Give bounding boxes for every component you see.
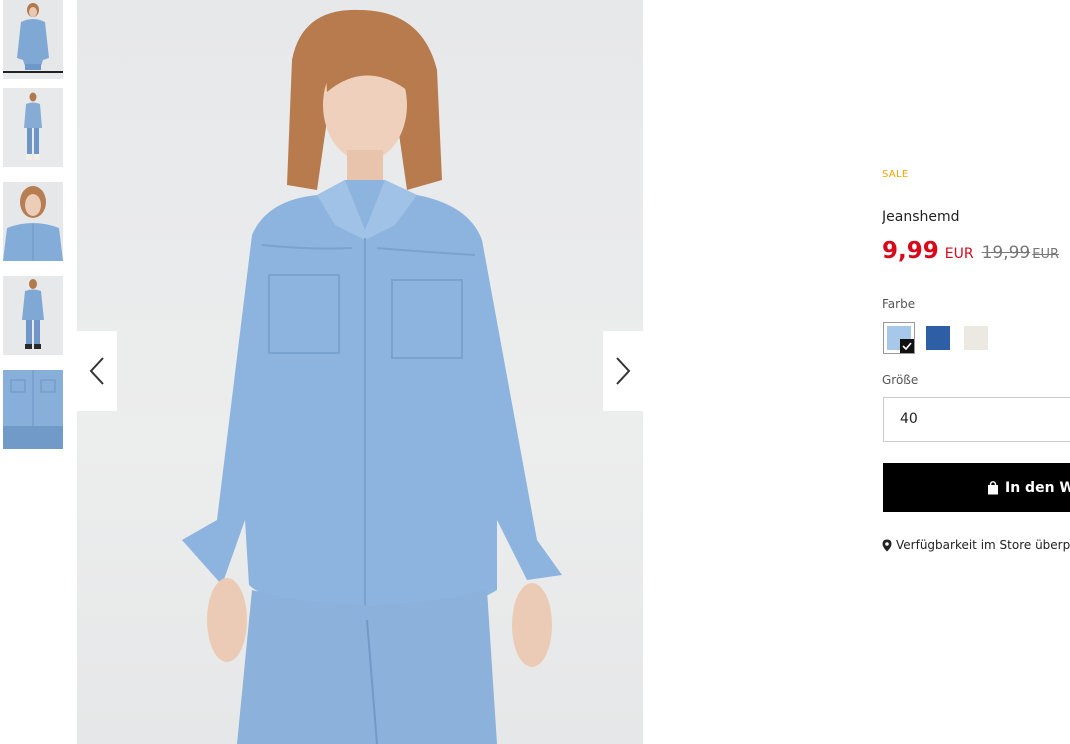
color-chip [964, 326, 988, 350]
product-info-panel: SALE Jeanshemd 9,99 EUR 19,99 EUR Farbe Grö… [882, 0, 1070, 744]
thumbnail-2[interactable] [3, 88, 63, 167]
color-chip [926, 326, 950, 350]
previous-image-button[interactable] [77, 331, 117, 411]
thumbnail-4[interactable] [3, 276, 63, 355]
thumbnail-5[interactable] [3, 370, 63, 449]
size-label: Größe [882, 373, 919, 387]
active-thumbnail-indicator [3, 71, 63, 73]
chevron-left-icon [89, 357, 104, 385]
color-label: Farbe [882, 297, 916, 311]
chevron-right-icon [616, 357, 631, 385]
next-image-button[interactable] [603, 331, 643, 411]
price-row: 9,99 EUR 19,99 EUR [882, 238, 1059, 264]
thumbnail-1[interactable] [3, 0, 63, 79]
selected-check-icon [900, 339, 914, 353]
thumbnail-3[interactable] [3, 182, 63, 261]
store-availability-link[interactable]: Verfügbarkeit im Store überp [882, 538, 1070, 552]
color-swatch-light-blue[interactable] [883, 322, 915, 354]
shopping-bag-icon [988, 480, 998, 494]
product-main-image [77, 0, 643, 744]
current-price-currency: EUR [944, 246, 974, 262]
current-price: 9,99 [882, 238, 939, 264]
color-swatch-blue[interactable] [922, 322, 954, 354]
old-price: 19,99 [981, 243, 1031, 263]
store-availability-label: Verfügbarkeit im Store überp [896, 538, 1070, 552]
old-price-currency: EUR [1032, 247, 1060, 262]
size-select[interactable]: 40 [883, 397, 1070, 442]
sale-badge: SALE [882, 169, 909, 180]
add-to-cart-label: In den W [1005, 479, 1070, 496]
add-to-cart-button[interactable]: In den W [883, 463, 1070, 512]
color-swatch-white[interactable] [960, 322, 992, 354]
product-name: Jeanshemd [882, 209, 960, 225]
map-pin-icon [882, 539, 892, 551]
